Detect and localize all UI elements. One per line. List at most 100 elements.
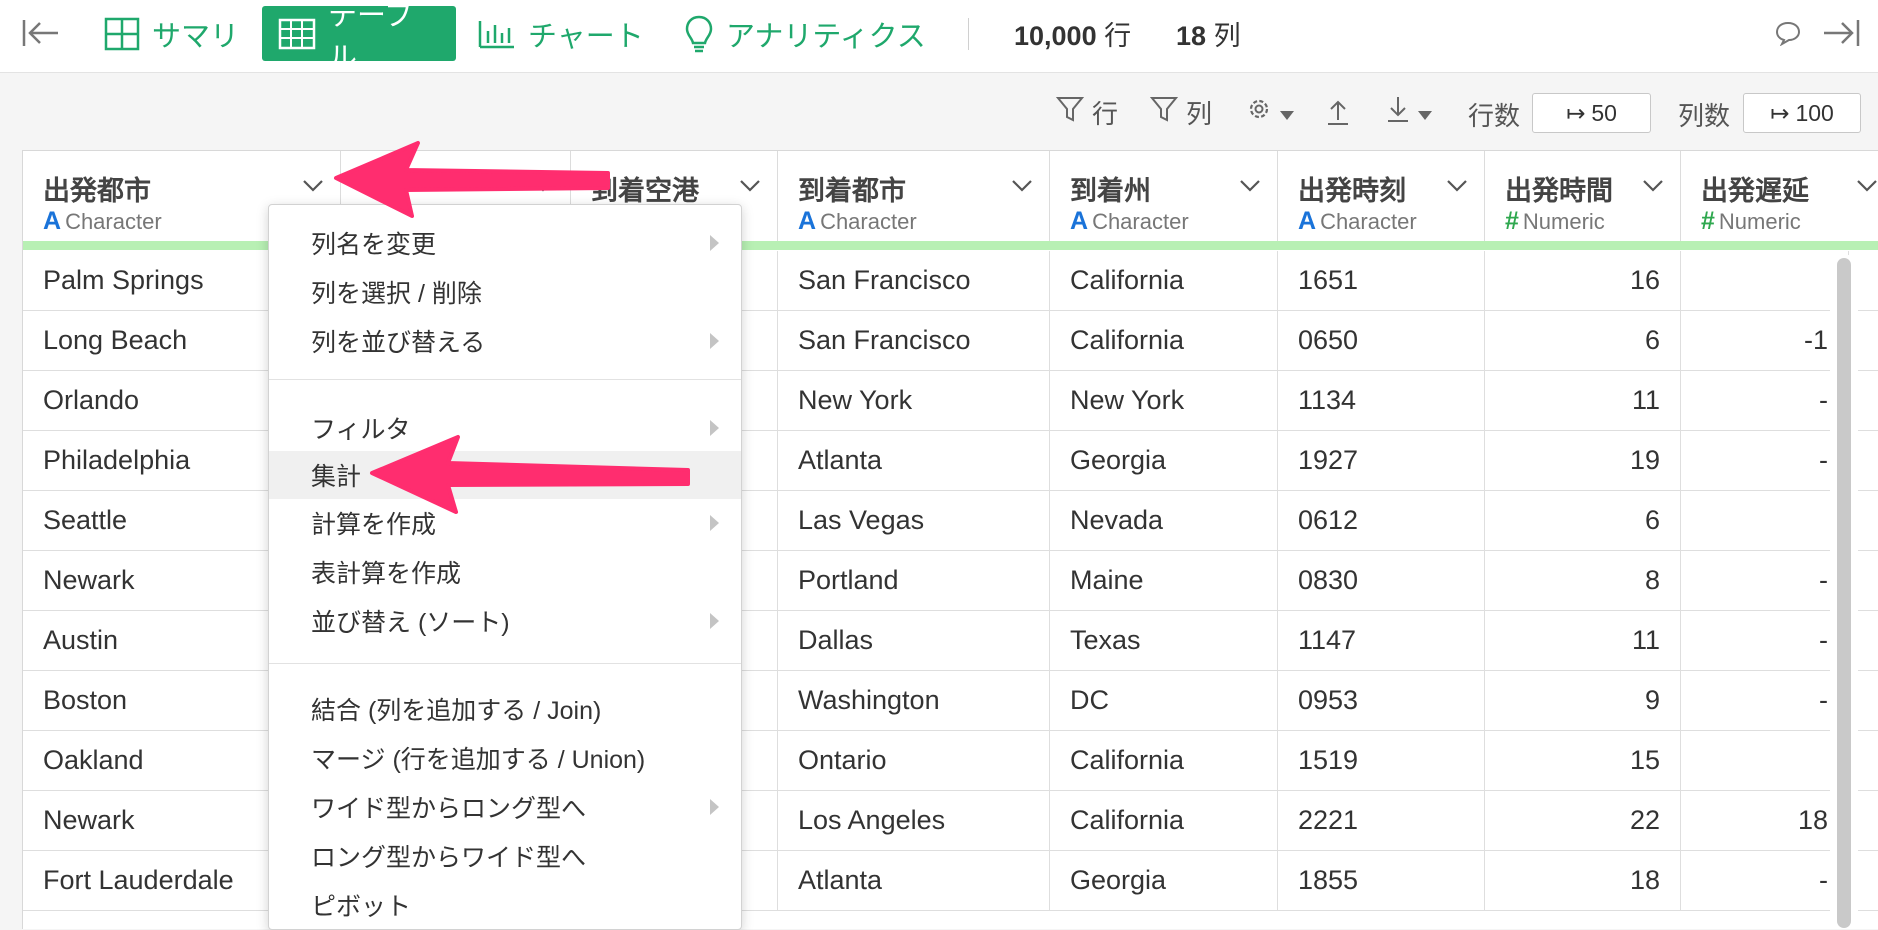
cell-dep-delay[interactable] — [1681, 731, 1849, 791]
cell-dep-time[interactable]: 1855 — [1278, 851, 1485, 911]
cell-dep-hour[interactable]: 9 — [1485, 671, 1681, 731]
tab-summary[interactable]: サマリ — [88, 6, 255, 61]
collapse-right-icon[interactable] — [1822, 18, 1860, 53]
cell-dep-hour[interactable]: 16 — [1485, 251, 1681, 311]
menu-item-select-remove-columns[interactable]: 列を選択 / 削除 — [269, 268, 741, 316]
cell-dep-delay[interactable]: - — [1681, 611, 1849, 671]
tab-table[interactable]: テーブル — [262, 0, 456, 74]
cell-dep-delay[interactable]: - — [1681, 671, 1849, 731]
cell-dep-hour[interactable]: 11 — [1485, 611, 1681, 671]
cell-dep-time[interactable]: 1651 — [1278, 251, 1485, 311]
collapse-left-icon[interactable] — [22, 18, 60, 53]
column-limit-input[interactable]: ↦ 100 — [1743, 93, 1861, 133]
settings-dropdown[interactable] — [1246, 92, 1294, 132]
cell-dest-city[interactable]: Washington — [778, 671, 1050, 731]
cell-dep-hour[interactable]: 6 — [1485, 311, 1681, 371]
menu-item-filter[interactable]: フィルタ — [269, 404, 741, 452]
cell-dep-hour[interactable]: 19 — [1485, 431, 1681, 491]
cell-dep-time[interactable]: 1147 — [1278, 611, 1485, 671]
cell-dep-delay[interactable]: - — [1681, 371, 1849, 431]
cell-dest-city[interactable]: Los Angeles — [778, 791, 1050, 851]
cell-dest-state[interactable]: California — [1050, 731, 1278, 791]
chevron-down-icon[interactable] — [302, 179, 324, 198]
cell-dest-city[interactable]: Las Vegas — [778, 491, 1050, 551]
menu-item-union[interactable]: マージ (行を追加する / Union) — [269, 734, 741, 782]
cell-dest-state[interactable]: California — [1050, 311, 1278, 371]
menu-item-wide-to-long[interactable]: ワイド型からロング型へ — [269, 783, 741, 831]
menu-item-rename-column[interactable]: 列名を変更 — [269, 219, 741, 267]
cell-dep-delay[interactable]: - — [1681, 551, 1849, 611]
cell-dest-city[interactable]: Dallas — [778, 611, 1050, 671]
chevron-down-icon[interactable] — [1011, 179, 1033, 198]
cell-dep-hour[interactable]: 8 — [1485, 551, 1681, 611]
tab-analytics[interactable]: アナリティクス — [668, 6, 942, 61]
column-filter-button[interactable]: 列 — [1149, 92, 1212, 132]
cell-dest-state[interactable]: Georgia — [1050, 431, 1278, 491]
column-header-dest-city[interactable]: 到着都市 A Character — [778, 151, 1050, 241]
cell-dep-time[interactable]: 1927 — [1278, 431, 1485, 491]
cell-dest-city[interactable]: San Francisco — [778, 311, 1050, 371]
cell-dep-hour[interactable]: 6 — [1485, 491, 1681, 551]
menu-item-sort[interactable]: 並び替え (ソート) — [269, 597, 741, 645]
chevron-down-icon[interactable] — [1856, 179, 1878, 198]
cell-dest-city[interactable]: Portland — [778, 551, 1050, 611]
cell-dep-hour[interactable]: 18 — [1485, 851, 1681, 911]
cell-dep-delay[interactable]: 18 — [1681, 791, 1849, 851]
vertical-scrollbar-thumb[interactable] — [1837, 258, 1851, 928]
cell-dep-hour[interactable]: 15 — [1485, 731, 1681, 791]
row-filter-button[interactable]: 行 — [1055, 92, 1118, 132]
menu-item-pivot[interactable]: ピボット — [269, 881, 741, 929]
column-header-dest-state[interactable]: 到着州 A Character — [1050, 151, 1278, 241]
caret-down-icon — [1280, 97, 1294, 128]
cell-dep-time[interactable]: 0650 — [1278, 311, 1485, 371]
cell-dest-state[interactable]: Nevada — [1050, 491, 1278, 551]
cell-dep-time[interactable]: 2221 — [1278, 791, 1485, 851]
cell-dep-time[interactable]: 1134 — [1278, 371, 1485, 431]
menu-item-label: 並び替え (ソート) — [311, 609, 510, 637]
chart-icon — [478, 19, 516, 49]
cell-dep-hour[interactable]: 22 — [1485, 791, 1681, 851]
chevron-down-icon[interactable] — [739, 179, 761, 198]
cell-dest-city[interactable]: New York — [778, 371, 1050, 431]
menu-item-long-to-wide[interactable]: ロング型からワイド型へ — [269, 832, 741, 880]
cell-dep-delay[interactable]: - — [1681, 431, 1849, 491]
menu-item-create-table-calculation[interactable]: 表計算を作成 — [269, 548, 741, 596]
menu-item-summarize[interactable]: 集計 — [269, 451, 741, 499]
cell-dep-time[interactable]: 0612 — [1278, 491, 1485, 551]
comment-icon[interactable] — [1774, 20, 1802, 51]
cell-dest-state[interactable]: California — [1050, 251, 1278, 311]
chevron-down-icon[interactable] — [1642, 179, 1664, 198]
row-limit-input[interactable]: ↦ 50 — [1532, 93, 1651, 133]
cell-dep-delay[interactable] — [1681, 251, 1849, 311]
cell-dep-delay[interactable] — [1681, 491, 1849, 551]
chevron-down-icon[interactable] — [532, 179, 554, 198]
cell-dest-city[interactable]: San Francisco — [778, 251, 1050, 311]
column-header-dep-delay[interactable]: 出発遅延 # Numeric — [1681, 151, 1878, 241]
column-header-dep-hour[interactable]: 出発時間 # Numeric — [1485, 151, 1681, 241]
tab-chart[interactable]: チャート — [462, 6, 660, 61]
cell-dest-city[interactable]: Ontario — [778, 731, 1050, 791]
cell-dest-state[interactable]: California — [1050, 791, 1278, 851]
chevron-down-icon[interactable] — [1446, 179, 1468, 198]
cell-dest-state[interactable]: Maine — [1050, 551, 1278, 611]
cell-dep-time[interactable]: 0830 — [1278, 551, 1485, 611]
menu-item-label: 集計 — [311, 463, 362, 491]
menu-item-reorder-columns[interactable]: 列を並び替える — [269, 317, 741, 365]
cell-dest-state[interactable]: Texas — [1050, 611, 1278, 671]
cell-dep-hour[interactable]: 11 — [1485, 371, 1681, 431]
cell-dest-state[interactable]: DC — [1050, 671, 1278, 731]
cell-dest-city[interactable]: Atlanta — [778, 431, 1050, 491]
cell-dep-delay[interactable]: -1 — [1681, 311, 1849, 371]
cell-dep-time[interactable]: 1519 — [1278, 731, 1485, 791]
upload-icon[interactable] — [1326, 92, 1350, 132]
menu-item-join[interactable]: 結合 (列を追加する / Join) — [269, 685, 741, 733]
cell-dep-time[interactable]: 0953 — [1278, 671, 1485, 731]
menu-item-create-calculation[interactable]: 計算を作成 — [269, 499, 741, 547]
cell-dest-state[interactable]: Georgia — [1050, 851, 1278, 911]
download-dropdown[interactable] — [1386, 92, 1432, 132]
chevron-down-icon[interactable] — [1239, 179, 1261, 198]
cell-dest-state[interactable]: New York — [1050, 371, 1278, 431]
cell-dep-delay[interactable]: - — [1681, 851, 1849, 911]
cell-dest-city[interactable]: Atlanta — [778, 851, 1050, 911]
column-header-dep-time[interactable]: 出発時刻 A Character — [1278, 151, 1485, 241]
